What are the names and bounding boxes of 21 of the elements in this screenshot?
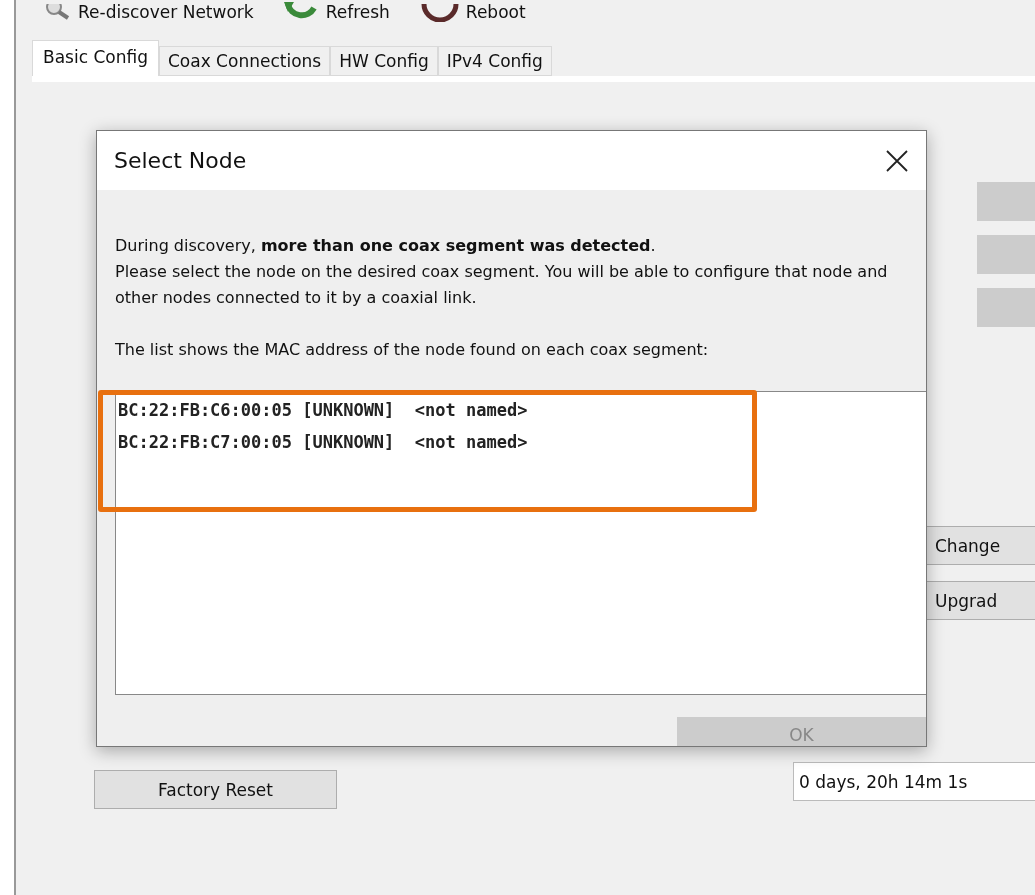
tab[interactable]: IPv4 Config <box>437 46 552 76</box>
node-item[interactable]: BC:22:FB:C7:00:05 [UNKNOWN] <not named> <box>118 432 926 452</box>
node-item[interactable]: BC:22:FB:C6:00:05 [UNKNOWN] <not named> <box>118 400 926 420</box>
factory-reset-button[interactable]: Factory Reset <box>94 770 337 809</box>
panel-button[interactable] <box>977 182 1035 221</box>
tab[interactable]: Coax Connections <box>158 46 331 76</box>
toolbar-button[interactable]: Refresh <box>283 2 390 22</box>
close-icon[interactable] <box>886 149 908 172</box>
power-icon <box>419 2 460 22</box>
toolbar-button[interactable]: Re-discover Network <box>44 2 254 22</box>
panel-button[interactable] <box>977 235 1035 274</box>
intro-text: During discovery, more than one coax segment was detected. <box>115 235 657 257</box>
dialog-title: Select Node <box>114 148 247 173</box>
magnifier-icon <box>44 4 72 20</box>
panel-button[interactable] <box>977 288 1035 327</box>
uptime-field: 0 days, 20h 14m 1s <box>793 762 1035 801</box>
instructions-text: Please select the node on the desired coax segment. You will be able to configure that node and other nodes connected to it by a coaxial link. <box>115 261 889 309</box>
list-caption: The list shows the MAC address of the node found on each coax segment: <box>115 339 710 361</box>
tab[interactable]: Basic Config <box>32 40 159 76</box>
tab[interactable]: HW Config <box>330 46 438 76</box>
toolbar-button[interactable]: Reboot <box>419 2 526 22</box>
